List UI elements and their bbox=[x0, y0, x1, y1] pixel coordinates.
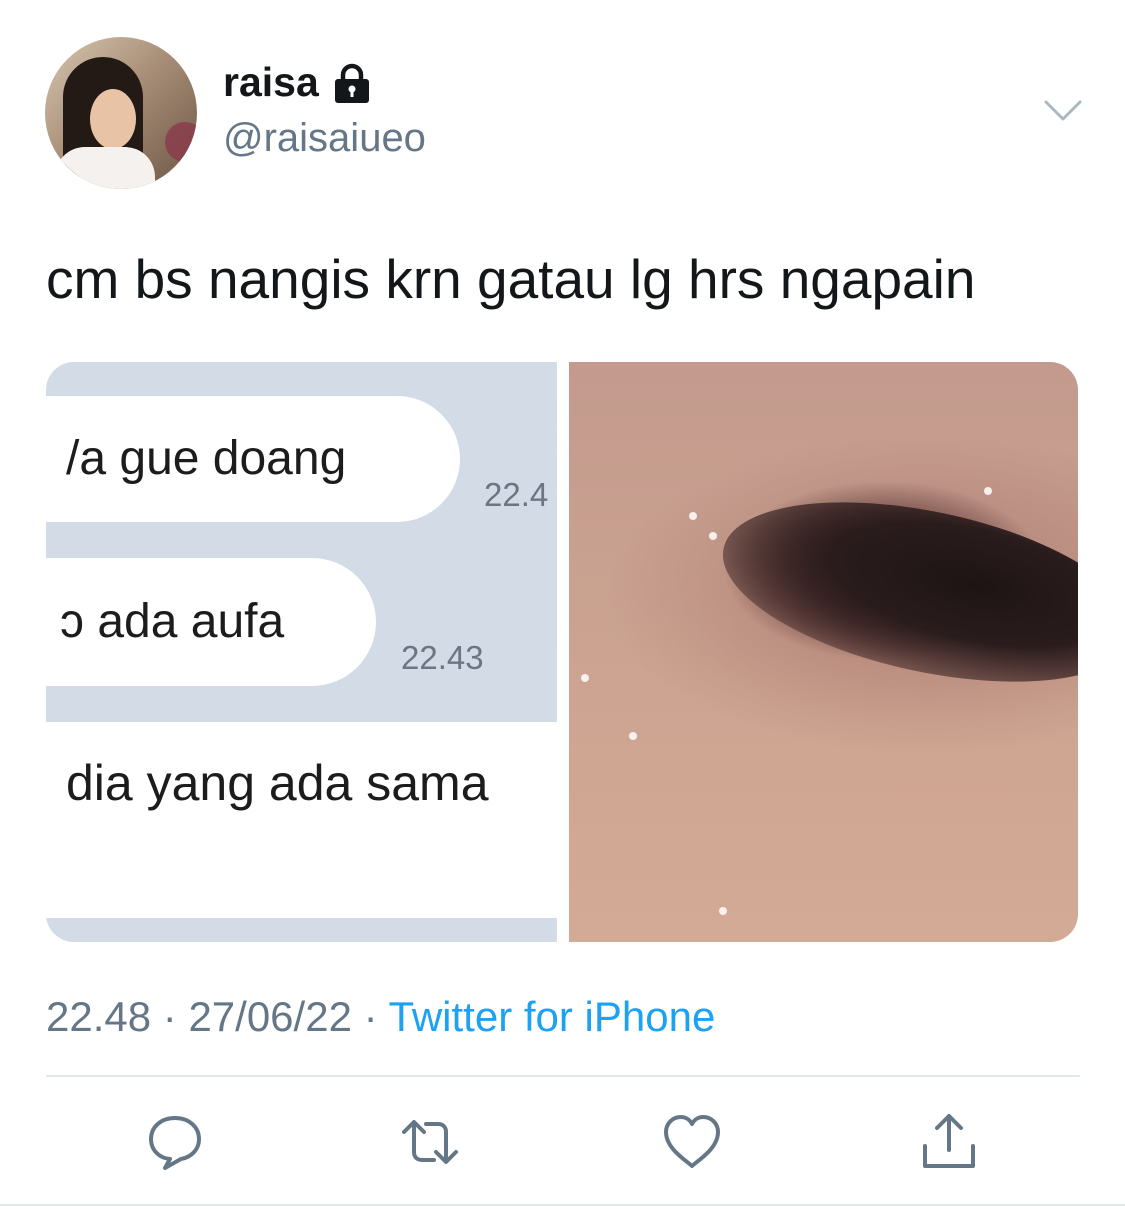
tweet-date: 27/06/22 bbox=[188, 993, 352, 1040]
avatar-flower bbox=[165, 122, 197, 162]
tear-drop bbox=[581, 674, 589, 682]
display-name[interactable]: raisa bbox=[223, 62, 319, 103]
tear-drop bbox=[709, 532, 717, 540]
tear-drop bbox=[689, 512, 697, 520]
chat-bubble: /a gue doang bbox=[46, 396, 460, 522]
tweet-time: 22.48 bbox=[46, 993, 152, 1040]
reply-button[interactable] bbox=[145, 1112, 205, 1172]
heart-icon bbox=[664, 1115, 720, 1168]
chat-background-bottom bbox=[46, 918, 557, 942]
avatar-face bbox=[90, 89, 136, 149]
eye-shape bbox=[706, 470, 1078, 714]
chat-timestamp: 22.43 bbox=[401, 639, 484, 676]
tear-drop bbox=[984, 487, 992, 495]
like-button[interactable] bbox=[662, 1112, 722, 1172]
avatar-shirt bbox=[55, 147, 155, 189]
tweet-text: cm bs nangis krn gatau lg hrs ngapain bbox=[46, 248, 976, 310]
tear-drop bbox=[719, 907, 727, 915]
chat-bubble: ɔ ada aufa bbox=[46, 558, 376, 686]
retweet-icon bbox=[402, 1120, 458, 1164]
tweet-source-link[interactable]: Twitter for iPhone bbox=[389, 993, 716, 1040]
chat-screenshot-image[interactable]: /a gue doang 22.4 ɔ ada aufa 22.43 dia y… bbox=[46, 362, 557, 942]
reply-icon bbox=[149, 1116, 201, 1170]
share-button[interactable] bbox=[919, 1112, 979, 1172]
tweet-meta: 22.48 · 27/06/22 · Twitter for iPhone bbox=[46, 993, 715, 1041]
meta-separator: · bbox=[351, 993, 389, 1040]
meta-separator: · bbox=[151, 993, 189, 1040]
tweet-media[interactable]: /a gue doang 22.4 ɔ ada aufa 22.43 dia y… bbox=[46, 362, 1078, 942]
name-row: raisa bbox=[223, 62, 371, 103]
chevron-down-icon[interactable] bbox=[1043, 98, 1083, 124]
chat-message-text: dia yang ada sama bbox=[66, 755, 489, 811]
chat-timestamp: 22.4 bbox=[484, 476, 549, 513]
lock-icon bbox=[334, 63, 369, 103]
chat-white-area bbox=[46, 722, 557, 918]
user-handle[interactable]: @raisaiueo bbox=[223, 118, 426, 158]
tear-drop bbox=[629, 732, 637, 740]
divider bbox=[46, 1075, 1080, 1077]
bottom-divider bbox=[0, 1204, 1125, 1206]
retweet-button[interactable] bbox=[400, 1112, 460, 1172]
share-icon bbox=[923, 1114, 975, 1168]
avatar[interactable] bbox=[45, 37, 197, 189]
eye-photo-image[interactable] bbox=[569, 362, 1078, 942]
